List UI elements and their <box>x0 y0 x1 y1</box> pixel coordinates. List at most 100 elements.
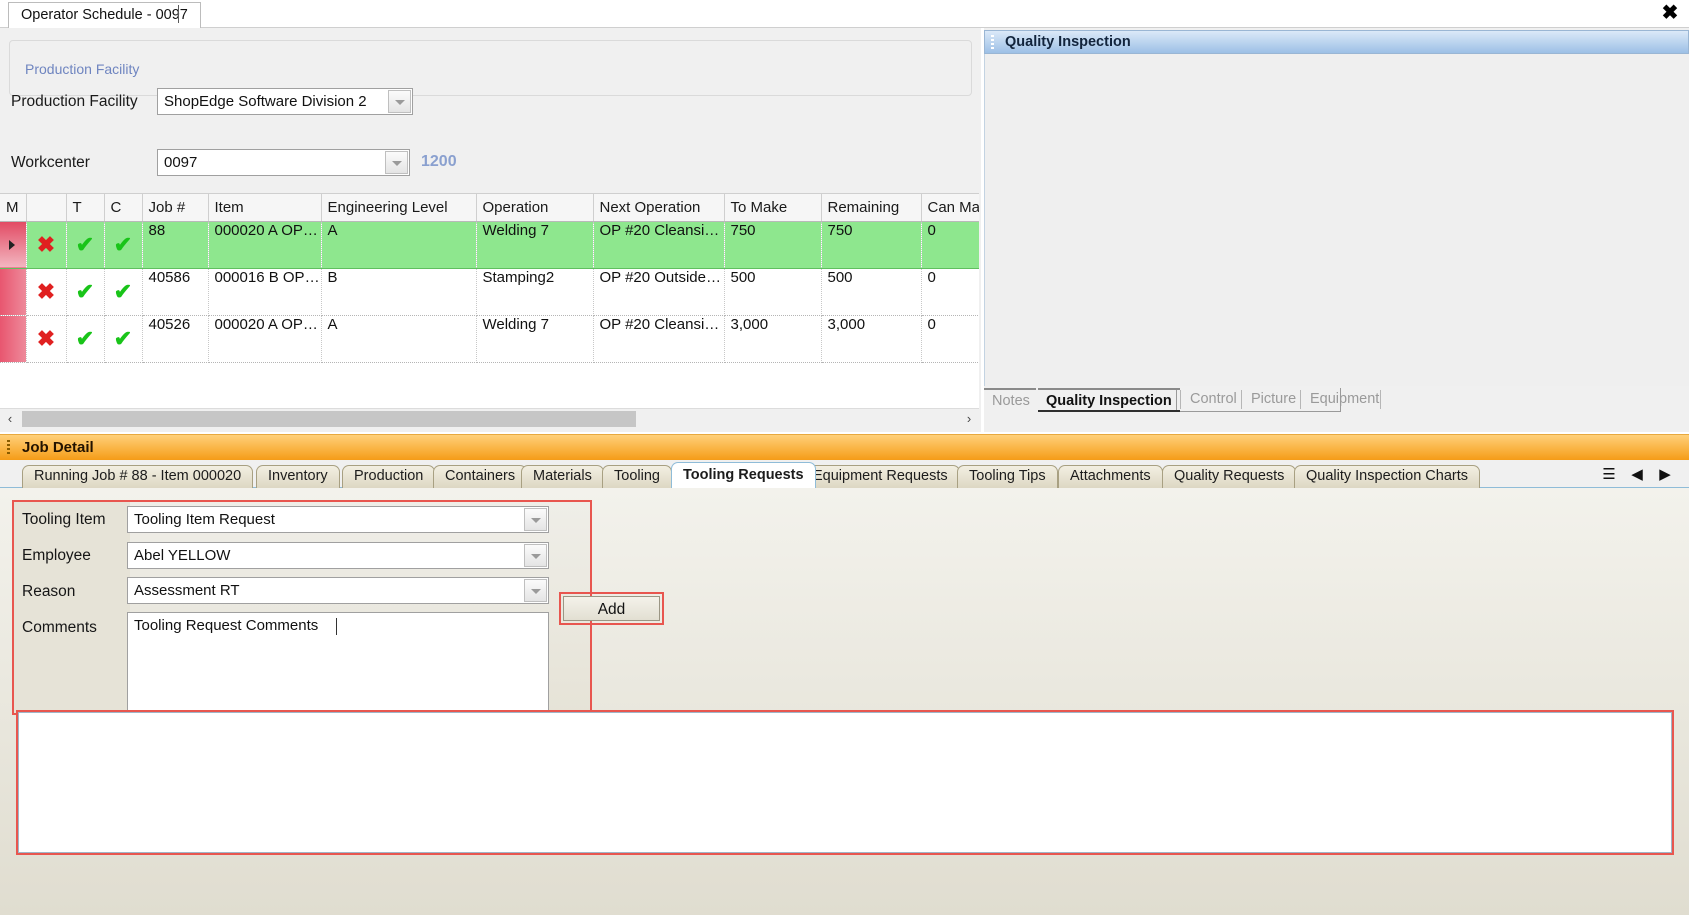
row-c-cell[interactable]: ✔ <box>104 268 143 316</box>
grid-horizontal-scrollbar[interactable]: ‹ › <box>0 408 979 428</box>
tab-notes[interactable]: Notes <box>984 388 1036 412</box>
row-op-cell[interactable]: Welding 7 <box>476 221 594 269</box>
table-row[interactable]: ✖ ✔ ✔ 40526 000020 A OP… A Welding 7 OP … <box>0 315 979 363</box>
row-job-cell[interactable]: 40586 <box>142 268 209 316</box>
row-nextop-cell[interactable]: OP #20 Cleansi… <box>593 315 725 363</box>
row-tomake-cell[interactable]: 500 <box>724 268 822 316</box>
grid-col-item[interactable]: Item <box>208 194 322 222</box>
grid-col-op[interactable]: Operation <box>476 194 594 222</box>
grid-col-job[interactable]: Job # <box>142 194 209 222</box>
row-canmake-cell[interactable]: 0 <box>921 221 979 269</box>
reason-label: Reason <box>22 583 76 600</box>
row-remain-cell[interactable]: 750 <box>821 221 922 269</box>
row-tomake-cell[interactable]: 3,000 <box>724 315 822 363</box>
row-t-cell[interactable]: ✔ <box>66 221 105 269</box>
job-detail-caption[interactable]: Job Detail <box>0 434 1689 460</box>
row-remain-cell[interactable]: 3,000 <box>821 315 922 363</box>
grid-col-canmake[interactable]: Can Ma <box>921 194 979 222</box>
add-button-highlight: Add <box>559 592 664 625</box>
job-schedule-grid[interactable]: M T C Job # Item Engineering Level Opera… <box>0 193 979 408</box>
row-op-cell[interactable]: Welding 7 <box>476 315 594 363</box>
row-eng-cell[interactable]: A <box>321 221 477 269</box>
row-selector[interactable] <box>0 315 27 363</box>
chevron-down-icon[interactable] <box>524 508 547 531</box>
tab-containers[interactable]: Containers <box>433 465 528 488</box>
row-m-cell[interactable]: ✖ <box>26 268 67 316</box>
row-m-cell[interactable]: ✖ <box>26 221 67 269</box>
scroll-left-icon[interactable]: ‹ <box>0 409 20 429</box>
grid-col-c[interactable]: C <box>104 194 143 222</box>
tab-prev-icon[interactable]: ◀ <box>1625 466 1649 486</box>
chevron-down-icon[interactable] <box>524 579 547 602</box>
production-facility-select[interactable]: ShopEdge Software Division 2 <box>157 88 413 115</box>
row-m-cell[interactable]: ✖ <box>26 315 67 363</box>
grid-col-tomake[interactable]: To Make <box>724 194 822 222</box>
employee-value: Abel YELLOW <box>134 547 231 564</box>
tab-attachments[interactable]: Attachments <box>1058 465 1163 488</box>
table-row[interactable]: ✖ ✔ ✔ 88 000020 A OP… A Welding 7 OP #20… <box>0 221 979 269</box>
grid-col-blank[interactable] <box>26 194 67 222</box>
tab-equipment[interactable]: Equipment <box>1302 388 1387 412</box>
row-nextop-cell[interactable]: OP #20 Outside… <box>593 268 725 316</box>
workcenter-select[interactable]: 0097 <box>157 149 410 176</box>
tab-quality-inspection[interactable]: Quality Inspection <box>1038 388 1180 412</box>
row-op-cell[interactable]: Stamping2 <box>476 268 594 316</box>
tab-next-icon[interactable]: ▶ <box>1653 466 1677 486</box>
tab-picture[interactable]: Picture <box>1243 388 1304 412</box>
tab-tooling[interactable]: Tooling <box>602 465 672 488</box>
row-t-cell[interactable]: ✔ <box>66 315 105 363</box>
document-tab-operator-schedule[interactable]: Operator Schedule - 0097 <box>8 2 201 28</box>
tab-quality-inspection-charts[interactable]: Quality Inspection Charts <box>1294 465 1480 488</box>
tooling-requests-results-grid[interactable] <box>18 712 1672 853</box>
chevron-down-icon[interactable] <box>385 151 408 174</box>
row-selector[interactable] <box>0 268 27 316</box>
production-facility-legend: Production Facility <box>20 61 145 77</box>
employee-select[interactable]: Abel YELLOW <box>127 542 549 569</box>
quality-inspection-caption[interactable]: Quality Inspection <box>984 30 1689 54</box>
row-c-cell[interactable]: ✔ <box>104 315 143 363</box>
grid-col-eng[interactable]: Engineering Level <box>321 194 477 222</box>
scrollbar-thumb[interactable] <box>22 411 636 427</box>
row-t-cell[interactable]: ✔ <box>66 268 105 316</box>
row-selector[interactable] <box>0 221 27 269</box>
row-canmake-cell[interactable]: 0 <box>921 315 979 363</box>
grid-col-remain[interactable]: Remaining <box>821 194 922 222</box>
row-c-cell[interactable]: ✔ <box>104 221 143 269</box>
tab-inventory[interactable]: Inventory <box>256 465 340 488</box>
row-eng-cell[interactable]: A <box>321 315 477 363</box>
chevron-down-icon[interactable] <box>388 90 411 113</box>
tab-control[interactable]: Control <box>1182 388 1245 412</box>
tab-materials[interactable]: Materials <box>521 465 604 488</box>
row-job-cell[interactable]: 40526 <box>142 315 209 363</box>
workcenter-label: Workcenter <box>11 154 90 171</box>
tab-equipment-requests[interactable]: Equipment Requests <box>801 465 960 488</box>
add-button[interactable]: Add <box>563 596 660 621</box>
chevron-down-icon[interactable] <box>524 544 547 567</box>
row-tomake-cell[interactable]: 750 <box>724 221 822 269</box>
row-eng-cell[interactable]: B <box>321 268 477 316</box>
grid-col-m[interactable]: M <box>0 194 27 222</box>
tab-list-dropdown-icon[interactable]: ☰ <box>1597 466 1621 486</box>
tooling-item-select[interactable]: Tooling Item Request <box>127 506 549 533</box>
comments-textarea[interactable]: Tooling Request Comments <box>127 612 549 715</box>
close-icon[interactable]: ✖ <box>1657 2 1683 26</box>
row-item-cell[interactable]: 000016 B OP… <box>208 268 322 316</box>
tab-tooling-tips[interactable]: Tooling Tips <box>957 465 1058 488</box>
row-job-cell[interactable]: 88 <box>142 221 209 269</box>
reason-select[interactable]: Assessment RT <box>127 577 549 604</box>
row-item-cell[interactable]: 000020 A OP… <box>208 315 322 363</box>
tab-tooling-requests[interactable]: Tooling Requests <box>671 462 816 488</box>
tab-quality-requests[interactable]: Quality Requests <box>1162 465 1297 488</box>
tab-production[interactable]: Production <box>342 465 436 488</box>
row-nextop-cell[interactable]: OP #20 Cleansi… <box>593 221 725 269</box>
drag-grip-icon[interactable] <box>7 440 10 456</box>
drag-grip-icon[interactable] <box>991 35 994 51</box>
row-item-cell[interactable]: 000020 A OP… <box>208 221 322 269</box>
row-canmake-cell[interactable]: 0 <box>921 268 979 316</box>
row-remain-cell[interactable]: 500 <box>821 268 922 316</box>
grid-col-t[interactable]: T <box>66 194 105 222</box>
table-row[interactable]: ✖ ✔ ✔ 40586 000016 B OP… B Stamping2 OP … <box>0 268 979 316</box>
tab-running-job[interactable]: Running Job # 88 - Item 000020 <box>22 465 254 488</box>
grid-col-nextop[interactable]: Next Operation <box>593 194 725 222</box>
scroll-right-icon[interactable]: › <box>959 409 979 429</box>
